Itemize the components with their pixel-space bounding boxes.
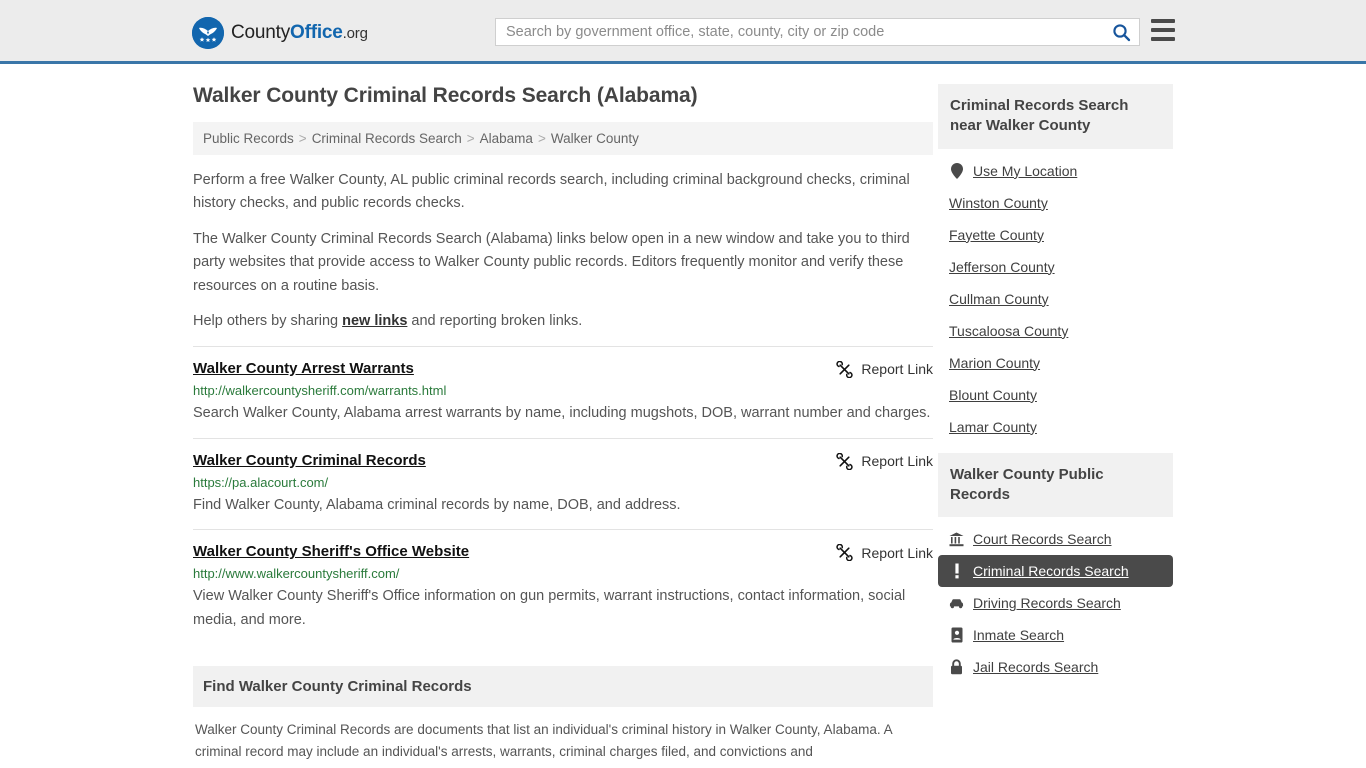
sidebar-item-label: Use My Location <box>973 162 1078 179</box>
new-links-link[interactable]: new links <box>342 313 407 329</box>
report-link-button[interactable]: Report Link <box>836 360 933 378</box>
report-link-button[interactable]: Report Link <box>836 452 933 470</box>
share-links-paragraph: Help others by sharing new links and rep… <box>193 310 933 333</box>
sidebar-item-label: Criminal Records Search <box>973 563 1129 579</box>
sidebar-item-label: Lamar County <box>949 418 1037 435</box>
sidebar-item-label: Inmate Search <box>973 627 1065 643</box>
sidebar-item-label: Winston County <box>949 194 1048 211</box>
share-prefix: Help others by sharing <box>193 313 343 330</box>
eagle-shield-icon <box>192 17 224 49</box>
breadcrumb-separator: > <box>466 131 475 146</box>
sidebar-item-label: Driving Records Search <box>973 595 1121 611</box>
sidebar-item-label: Tuscaloosa County <box>949 322 1069 339</box>
site-header: CountyOffice.org <box>0 0 1366 64</box>
broken-link-icon <box>836 452 854 470</box>
sidebar-item-label: Jefferson County <box>949 258 1055 275</box>
sidebar-nearby-list: Use My Location Winston County Fayette C… <box>938 149 1173 443</box>
sidebar-item-winston-county[interactable]: Winston County <box>938 187 1173 219</box>
sidebar-item-label: Marion County <box>949 354 1041 371</box>
sidebar-nearby-heading: Criminal Records Search near Walker Coun… <box>938 84 1173 149</box>
result-description: View Walker County Sheriff's Office info… <box>193 588 906 628</box>
sidebar-item-use-my-location[interactable]: Use My Location <box>938 155 1173 187</box>
broken-link-icon <box>836 544 854 562</box>
sidebar-item-jefferson-county[interactable]: Jefferson County <box>938 251 1173 283</box>
sidebar-item-driving-records-search[interactable]: Driving Records Search <box>938 587 1173 619</box>
hamburger-bar <box>1151 37 1175 41</box>
search-input[interactable] <box>496 19 1103 45</box>
exclamation-icon <box>949 563 964 579</box>
sidebar-public-records-box: Walker County Public Records Court Recor… <box>938 452 1173 684</box>
sidebar-item-criminal-records-search[interactable]: Criminal Records Search <box>938 555 1173 587</box>
sidebar-item-tuscaloosa-county[interactable]: Tuscaloosa County <box>938 315 1173 347</box>
result-item: Walker County Sheriff's Office Website R… <box>193 529 933 644</box>
report-link-label: Report Link <box>861 544 933 561</box>
intro-paragraph-2: The Walker County Criminal Records Searc… <box>193 230 910 294</box>
sidebar-item-blount-county[interactable]: Blount County <box>938 379 1173 411</box>
page-title: Walker County Criminal Records Search (A… <box>193 84 698 107</box>
result-title-link[interactable]: Walker County Criminal Records <box>193 452 426 470</box>
id-badge-icon <box>949 627 964 643</box>
site-logo[interactable]: CountyOffice.org <box>192 17 368 49</box>
logo-wordmark: CountyOffice.org <box>231 22 368 44</box>
share-suffix: and reporting broken links. <box>407 313 583 330</box>
padlock-icon <box>949 659 964 675</box>
sidebar-item-label: Cullman County <box>949 290 1049 307</box>
sidebar-item-inmate-search[interactable]: Inmate Search <box>938 619 1173 651</box>
sidebar-nearby-box: Criminal Records Search near Walker Coun… <box>938 84 1173 443</box>
map-pin-icon <box>949 162 964 179</box>
info-section-heading: Find Walker County Criminal Records <box>193 666 933 708</box>
sidebar-public-records-list: Court Records Search Criminal Records Se… <box>938 517 1173 683</box>
car-icon <box>949 595 964 611</box>
info-section-body: Walker County Criminal Records are docum… <box>195 722 892 759</box>
search-icon <box>1112 23 1131 42</box>
report-link-label: Report Link <box>861 361 933 378</box>
hamburger-menu-icon[interactable] <box>1151 19 1175 41</box>
breadcrumb: Public Records > Criminal Records Search > A… <box>193 122 933 155</box>
breadcrumb-separator: > <box>537 131 546 146</box>
hamburger-bar <box>1151 19 1175 23</box>
search-bar[interactable] <box>495 18 1140 46</box>
hamburger-bar <box>1151 28 1175 32</box>
result-item: Walker County Criminal Records Report Li… <box>193 437 933 530</box>
sidebar-item-fayette-county[interactable]: Fayette County <box>938 219 1173 251</box>
result-title-link[interactable]: Walker County Arrest Warrants <box>193 360 414 378</box>
report-link-label: Report Link <box>861 453 933 470</box>
result-item: Walker County Arrest Warrants Report Lin… <box>193 345 933 438</box>
breadcrumb-item-alabama[interactable]: Alabama <box>480 131 533 146</box>
sidebar-item-label: Fayette County <box>949 226 1044 243</box>
sidebar: Criminal Records Search near Walker Coun… <box>938 84 1173 763</box>
breadcrumb-item-public-records[interactable]: Public Records <box>203 131 294 146</box>
courthouse-icon <box>949 531 964 547</box>
result-url[interactable]: https://pa.alacourt.com/ <box>193 474 933 492</box>
sidebar-item-label: Court Records Search <box>973 531 1112 547</box>
result-description: Search Walker County, Alabama arrest war… <box>193 405 931 422</box>
sidebar-item-court-records-search[interactable]: Court Records Search <box>938 523 1173 555</box>
sidebar-item-marion-county[interactable]: Marion County <box>938 347 1173 379</box>
logo-text-office: Office <box>290 22 343 43</box>
result-description: Find Walker County, Alabama criminal rec… <box>193 496 681 513</box>
sidebar-item-jail-records-search[interactable]: Jail Records Search <box>938 651 1173 683</box>
page-body: Walker County Criminal Records Search (A… <box>0 64 1366 763</box>
logo-text-org: .org <box>342 25 368 42</box>
sidebar-item-cullman-county[interactable]: Cullman County <box>938 283 1173 315</box>
result-url[interactable]: http://www.walkercountysheriff.com/ <box>193 565 933 583</box>
sidebar-item-lamar-county[interactable]: Lamar County <box>938 411 1173 443</box>
sidebar-item-label: Jail Records Search <box>973 659 1099 675</box>
report-link-button[interactable]: Report Link <box>836 544 933 562</box>
logo-text-county: County <box>231 22 291 43</box>
breadcrumb-item-criminal-records-search[interactable]: Criminal Records Search <box>312 131 462 146</box>
search-button[interactable] <box>1103 19 1139 45</box>
breadcrumb-separator: > <box>298 131 307 146</box>
main-content: Walker County Criminal Records Search (A… <box>193 84 933 763</box>
breadcrumb-item-walker-county[interactable]: Walker County <box>551 131 639 146</box>
result-url[interactable]: http://walkercountysheriff.com/warrants.… <box>193 382 933 400</box>
intro-paragraph-1: Perform a free Walker County, AL public … <box>193 172 910 212</box>
result-title-link[interactable]: Walker County Sheriff's Office Website <box>193 543 469 561</box>
broken-link-icon <box>836 360 854 378</box>
sidebar-item-label: Blount County <box>949 386 1037 403</box>
sidebar-public-records-heading: Walker County Public Records <box>938 452 1173 517</box>
